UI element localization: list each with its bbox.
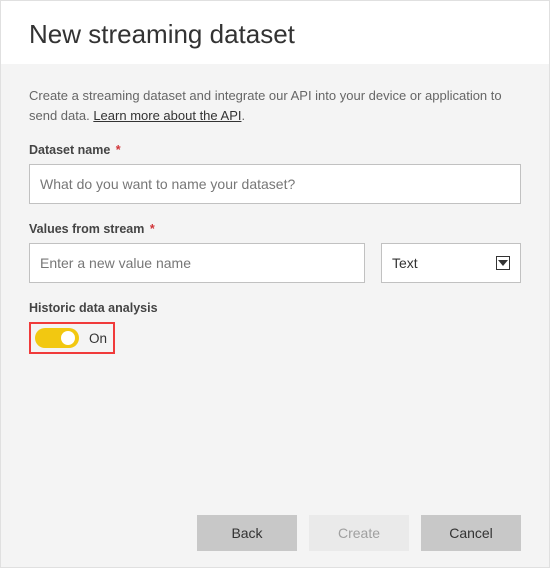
value-type-select-wrap: Text bbox=[381, 243, 521, 283]
historic-group: Historic data analysis On bbox=[29, 301, 521, 354]
value-type-selected: Text bbox=[392, 255, 418, 271]
required-mark: * bbox=[150, 222, 155, 236]
dataset-name-label: Dataset name * bbox=[29, 143, 521, 157]
dataset-name-label-text: Dataset name bbox=[29, 143, 110, 157]
value-type-select[interactable]: Text bbox=[381, 243, 521, 283]
panel-body: Create a streaming dataset and integrate… bbox=[1, 64, 549, 567]
intro-suffix: . bbox=[241, 108, 245, 123]
required-mark: * bbox=[116, 143, 121, 157]
dataset-name-group: Dataset name * bbox=[29, 143, 521, 204]
values-stream-group: Values from stream * Text bbox=[29, 222, 521, 283]
create-button[interactable]: Create bbox=[309, 515, 409, 551]
value-name-input[interactable] bbox=[29, 243, 365, 283]
historic-toggle[interactable] bbox=[35, 328, 79, 348]
chevron-down-icon bbox=[496, 256, 510, 270]
panel-footer: Back Create Cancel bbox=[29, 495, 521, 551]
panel-header: New streaming dataset bbox=[1, 1, 549, 64]
panel-title: New streaming dataset bbox=[29, 19, 521, 50]
toggle-knob bbox=[61, 331, 75, 345]
historic-toggle-row: On bbox=[29, 322, 115, 354]
values-stream-row: Text bbox=[29, 243, 521, 283]
values-stream-label: Values from stream * bbox=[29, 222, 521, 236]
cancel-button[interactable]: Cancel bbox=[421, 515, 521, 551]
intro-text: Create a streaming dataset and integrate… bbox=[29, 86, 521, 125]
back-button[interactable]: Back bbox=[197, 515, 297, 551]
historic-label: Historic data analysis bbox=[29, 301, 521, 315]
historic-toggle-state: On bbox=[89, 331, 107, 346]
values-stream-label-text: Values from stream bbox=[29, 222, 144, 236]
streaming-dataset-panel: New streaming dataset Create a streaming… bbox=[0, 0, 550, 568]
learn-more-link[interactable]: Learn more about the API bbox=[93, 108, 241, 123]
dataset-name-input[interactable] bbox=[29, 164, 521, 204]
